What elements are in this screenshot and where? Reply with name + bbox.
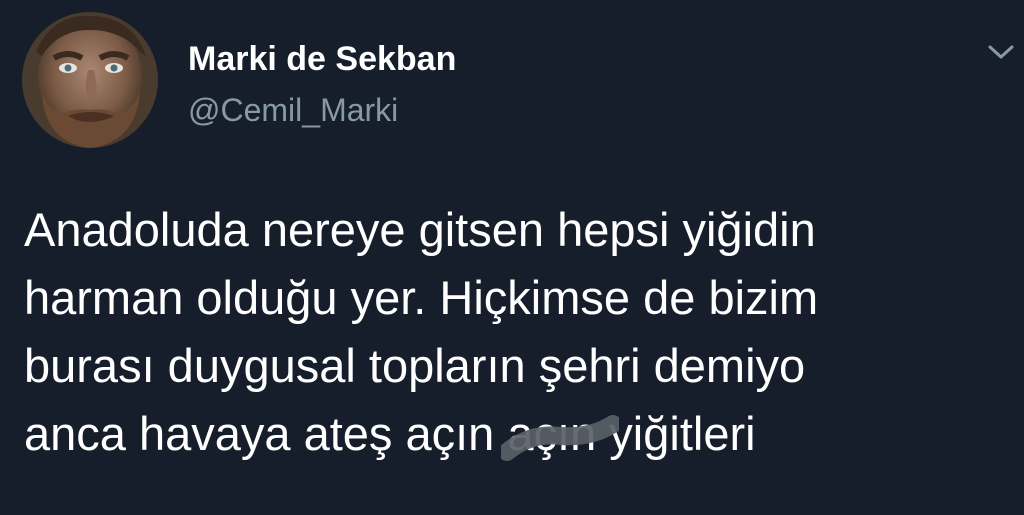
- chevron-down-icon: [988, 45, 1014, 59]
- author-handle[interactable]: @Cemil_Marki: [188, 92, 398, 129]
- scribbled-word: açın: [501, 400, 620, 468]
- tweet-text-segment: anca havaya ateş açın: [24, 407, 508, 460]
- tweet-text-line-last: anca havaya ateş açın açın yiğitleri: [24, 400, 1014, 468]
- author-display-name[interactable]: Marki de Sekban: [188, 40, 456, 79]
- tweet-text-line: harman olduğu yer. Hiçkimse de bizim: [24, 271, 819, 324]
- tweet-card: Marki de Sekban @Cemil_Marki Anadoluda n…: [0, 0, 1024, 515]
- tweet-text-line: Anadoluda nereye gitsen hepsi yiğidin: [24, 203, 816, 256]
- tweet-menu-button[interactable]: [984, 40, 1018, 64]
- author-avatar[interactable]: [22, 12, 158, 148]
- tweet-text: Anadoluda nereye gitsen hepsi yiğidin ha…: [24, 196, 1014, 468]
- scribbled-word-text: açın: [507, 407, 597, 460]
- tweet-text-segment: yiğitleri: [596, 407, 756, 460]
- tweet-text-line: burası duygusal topların şehri demiyo: [24, 339, 806, 392]
- user-avatar-photo-icon: [22, 12, 158, 148]
